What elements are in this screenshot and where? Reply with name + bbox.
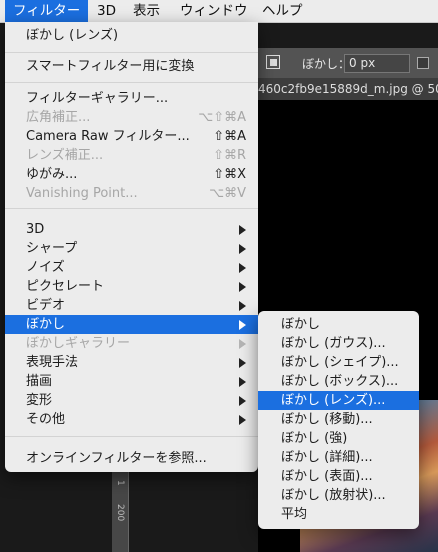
menu-item-category[interactable]: ビデオ [5,296,258,315]
menu-item-label: ぼかし [281,317,321,332]
menu-item-label: 変形 [26,393,53,408]
menu-item-label: ぼかしギャラリー [26,336,131,351]
ruler-mark: 1 [115,480,125,486]
menu-separator [5,82,258,83]
menu-item-label: ぼかし (詳細)... [281,450,373,465]
menu-item-category[interactable]: その他 [5,410,258,429]
submenu-arrow-icon [239,301,246,311]
checkbox[interactable] [417,57,429,69]
menu-item-label: ぼかし (表面)... [281,469,373,484]
ruler-mark: 200 [115,504,125,522]
menu-item-label: ぼかし (ボックス)... [281,374,399,389]
menubar-view[interactable]: 表示 [133,0,160,22]
menu-item-online-filters[interactable]: オンラインフィルターを参照... [5,449,258,468]
menu-item-label: ピクセレート [26,279,105,294]
menu-item-label: ゆがみ... [26,167,78,182]
menu-item-category: ぼかしギャラリー [5,334,258,353]
shortcut-label: ⇧⌘A [213,129,246,144]
menu-item-label: Vanishing Point... [26,186,138,201]
shortcut-label: ⇧⌘X [213,167,246,182]
menu-item-category[interactable]: 描画 [5,372,258,391]
layer-mode-icon[interactable] [266,55,280,69]
menu-bar: フィルター 3D 表示 ウィンドウ ヘルプ [0,0,438,23]
menu-item-label: 表現手法 [26,355,79,370]
menu-item-filter: 広角補正... ⌥⇧⌘A [5,108,258,127]
menu-item-label: ぼかし (強) [281,431,348,446]
menu-item-category[interactable]: 変形 [5,391,258,410]
menu-item-label: その他 [26,412,66,427]
menubar-3d[interactable]: 3D [97,0,116,22]
submenu-item-blur[interactable]: ぼかし (ガウス)... [258,334,419,353]
submenu-item-blur[interactable]: ぼかし (詳細)... [258,448,419,467]
menu-item-category[interactable]: シャープ [5,239,258,258]
shortcut-label: ⌥⌘V [209,186,246,201]
submenu-item-blur[interactable]: ぼかし [258,315,419,334]
menu-item-label: ぼかし (移動)... [281,412,373,427]
menu-item-label: フィルターギャラリー... [26,91,169,106]
menu-item-last-filter[interactable]: ぼかし (レンズ) [5,26,258,45]
menu-item-category[interactable]: ピクセレート [5,277,258,296]
menu-item-label: ノイズ [26,260,65,275]
submenu-arrow-icon [239,225,246,235]
menu-item-filter[interactable]: Camera Raw フィルター... ⇧⌘A [5,127,258,146]
submenu-arrow-icon [239,339,246,349]
submenu-arrow-icon [239,320,246,330]
menubar-help[interactable]: ヘルプ [262,0,303,22]
menu-item-label: ぼかし [26,317,66,332]
submenu-arrow-icon [239,358,246,368]
shortcut-label: ⌥⇧⌘A [198,110,246,125]
document-tab[interactable]: 460c2fb9e15889d_m.jpg @ 50% [258,78,438,100]
submenu-item-blur[interactable]: ぼかし (ボックス)... [258,372,419,391]
submenu-arrow-icon [239,396,246,406]
submenu-item-blur[interactable]: ぼかし (移動)... [258,410,419,429]
menu-item-label: レンズ補正... [26,148,104,163]
menubar-filter[interactable]: フィルター [5,0,89,22]
options-bar: ぼかし： 0 px [258,48,438,78]
blur-label: ぼかし： [302,57,351,71]
blur-value-field[interactable]: 0 px [344,54,410,73]
menu-item-filter[interactable]: ゆがみ... ⇧⌘X [5,165,258,184]
submenu-arrow-icon [239,282,246,292]
menu-item-label: 3D [26,222,45,237]
menu-item-label: Camera Raw フィルター... [26,129,190,144]
menu-item-category[interactable]: ぼかし [5,315,258,334]
submenu-item-blur[interactable]: ぼかし (レンズ)... [258,391,419,410]
document-tab-title: 460c2fb9e15889d_m.jpg @ 50% [258,82,438,96]
menu-separator [5,52,258,53]
menu-item-label: 平均 [281,507,308,522]
vertical-ruler: 1 200 [112,470,129,552]
menu-item-label: 描画 [26,374,53,389]
submenu-item-blur[interactable]: ぼかし (強) [258,429,419,448]
submenu-item-blur[interactable]: ぼかし (放射状)... [258,486,419,505]
submenu-arrow-icon [239,415,246,425]
menu-item-filter: レンズ補正... ⇧⌘R [5,146,258,165]
menu-item-category[interactable]: ノイズ [5,258,258,277]
menu-item-label: 広角補正... [26,110,91,125]
submenu-item-blur[interactable]: ぼかし (シェイプ)... [258,353,419,372]
menu-item-label: ぼかし (レンズ)... [281,393,386,408]
menu-item-label: ぼかし (ガウス)... [281,336,386,351]
menu-item-label: ぼかし (放射状)... [281,488,386,503]
menu-item-smart-filter[interactable]: スマートフィルター用に変換 [5,57,258,76]
submenu-arrow-icon [239,263,246,273]
menu-item-filter[interactable]: フィルターギャラリー... [5,89,258,108]
menu-item-category[interactable]: 表現手法 [5,353,258,372]
menubar-window[interactable]: ウィンドウ [180,0,248,22]
submenu-item-blur[interactable]: 平均 [258,505,419,524]
shortcut-label: ⇧⌘R [213,148,246,163]
menu-item-label: ビデオ [26,298,66,313]
filter-menu: ぼかし (レンズ) スマートフィルター用に変換 オンラインフィルターを参照...… [5,22,258,472]
menu-separator [5,436,258,437]
submenu-arrow-icon [239,377,246,387]
submenu-item-blur[interactable]: ぼかし (表面)... [258,467,419,486]
menu-item-label: シャープ [26,241,78,256]
blur-submenu: ぼかしぼかし (ガウス)... ぼかし (シェイプ)... ぼかし (ボックス)..… [258,311,419,529]
menu-item-label: ぼかし (シェイプ)... [281,355,399,370]
menu-separator [5,208,258,209]
menu-item-category[interactable]: 3D [5,220,258,239]
menu-item-filter: Vanishing Point... ⌥⌘V [5,184,258,203]
submenu-arrow-icon [239,244,246,254]
